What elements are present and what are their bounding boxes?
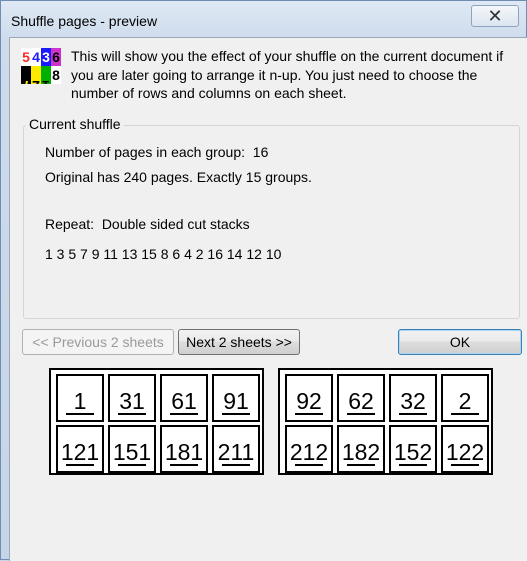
icon-digit: 4 (32, 49, 40, 65)
page-number: 181 (164, 439, 204, 465)
page-number: 212 (289, 439, 329, 465)
page-cell: 181 (160, 425, 208, 473)
close-button[interactable]: ✕ (471, 5, 519, 27)
page-number: 32 (400, 388, 426, 414)
icon-digit: 3 (42, 49, 50, 65)
pages-per-group-text: Number of pages in each group: 16 (45, 144, 269, 160)
current-shuffle-label: Current shuffle (26, 116, 124, 132)
page-cell: 32 (389, 374, 437, 422)
page-cell: 61 (160, 374, 208, 422)
page-number: 1 (73, 388, 87, 414)
repeat-text: Repeat: Double sided cut stacks (45, 216, 250, 232)
page-cell: 151 (108, 425, 156, 473)
page-cell: 122 (441, 425, 489, 473)
page-number: 182 (341, 439, 381, 465)
page-cell: 31 (108, 374, 156, 422)
page-number: 211 (217, 439, 255, 465)
page-cell: 182 (337, 425, 385, 473)
page-number: 31 (119, 388, 145, 414)
dialog-window: Shuffle pages - preview ✕ 5 4 3 6 7 2 1 … (0, 0, 527, 561)
previous-sheets-button[interactable]: << Previous 2 sheets (22, 329, 174, 355)
title-bar: Shuffle pages - preview ✕ (1, 1, 527, 37)
page-cell: 91 (212, 374, 260, 422)
icon-digit: 1 (42, 78, 50, 84)
page-number: 61 (171, 388, 197, 414)
page-cell: 212 (285, 425, 333, 473)
icon-digit: 6 (52, 49, 60, 65)
sheet-preview-2: 92 62 32 2 212 182 152 122 (278, 368, 493, 475)
page-cell: 1 (56, 374, 104, 422)
page-cell: 92 (285, 374, 333, 422)
dialog-client-area: 5 4 3 6 7 2 1 8 This will show you the e… (9, 37, 527, 561)
page-number: 152 (393, 439, 433, 465)
ok-button[interactable]: OK (398, 329, 522, 355)
original-info-text: Original has 240 pages. Exactly 15 group… (45, 169, 312, 185)
shuffle-pages-app-icon: 5 4 3 6 7 2 1 8 (21, 48, 61, 84)
page-number: 122 (445, 439, 485, 465)
page-number: 151 (112, 439, 152, 465)
close-icon: ✕ (487, 6, 503, 26)
icon-digit: 5 (22, 49, 30, 65)
window-title: Shuffle pages - preview (11, 13, 158, 29)
page-cell: 2 (441, 374, 489, 422)
next-sheets-button[interactable]: Next 2 sheets >> (178, 329, 300, 355)
sheet-preview-1: 1 31 61 91 121 151 181 211 (49, 368, 264, 475)
icon-digit: 2 (32, 78, 40, 84)
page-cell: 121 (56, 425, 104, 473)
page-number: 121 (60, 439, 100, 465)
page-cell: 211 (212, 425, 260, 473)
page-number: 91 (223, 388, 249, 414)
icon-digit: 8 (52, 67, 60, 83)
shuffle-order-text: 1 3 5 7 9 11 13 15 8 6 4 2 16 14 12 10 (45, 246, 282, 262)
icon-digit: 7 (22, 78, 30, 84)
page-number: 92 (296, 388, 322, 414)
intro-text: This will show you the effect of your sh… (71, 48, 504, 101)
page-cell: 152 (389, 425, 437, 473)
page-number: 2 (458, 388, 472, 414)
page-cell: 62 (337, 374, 385, 422)
page-number: 62 (348, 388, 374, 414)
